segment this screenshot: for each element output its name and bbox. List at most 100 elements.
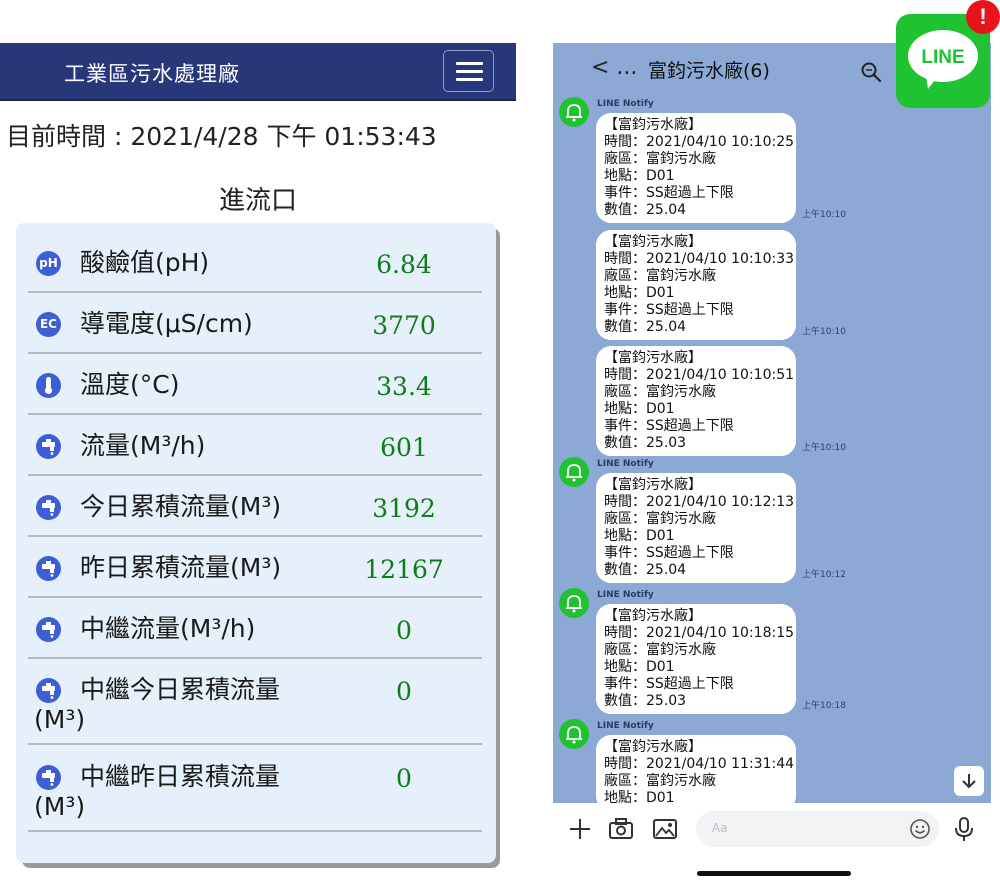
message-time: 上午10:10 <box>802 443 846 453</box>
sender-name: LINE Notify <box>597 459 654 469</box>
menu-line-icon <box>456 62 483 65</box>
message-bubble[interactable]: 【富鈞污水廠】 時間：2021/04/10 11:31:44 廠區：富鈞污水廠 地點：… <box>596 735 796 803</box>
message-bubble[interactable]: 【富鈞污水廠】 時間：2021/04/10 10:12:13 廠區：富鈞污水廠 地點：… <box>596 473 796 583</box>
chat-room-name: 富鈞污水廠(6) <box>648 60 770 82</box>
message-input-placeholder: Aa <box>712 821 728 835</box>
message-bubble[interactable]: 【富鈞污水廠】 時間：2021/04/10 10:18:15 廠區：富鈞污水廠 地點：… <box>596 604 796 714</box>
home-indicator <box>697 871 851 876</box>
search-icon[interactable] <box>859 60 883 84</box>
message-line: 【富鈞污水廠】 <box>604 234 702 250</box>
bell-avatar-icon[interactable] <box>559 588 589 618</box>
sender-name: LINE Notify <box>597 590 654 600</box>
message-line: 廠區：富鈞污水廠 <box>604 773 716 789</box>
reading-value: 6.84 <box>376 250 432 279</box>
emoji-icon[interactable] <box>909 818 931 840</box>
ph-icon: pH <box>36 251 61 276</box>
message-line: 廠區：富鈞污水廠 <box>604 268 716 284</box>
message-line: 地點：D01 <box>604 401 675 417</box>
reading-label: 中繼今日累積流量 <box>80 675 281 704</box>
reading-label: 導電度(μS/cm) <box>80 309 253 338</box>
message-bubble[interactable]: 【富鈞污水廠】 時間：2021/04/10 10:10:33 廠區：富鈞污水廠 地點：… <box>596 230 796 340</box>
message-line: 數值：25.04 <box>604 562 687 578</box>
faucet-icon <box>36 495 61 520</box>
message-line: 時間：2021/04/10 10:12:13 <box>604 494 795 510</box>
faucet-icon <box>36 434 61 459</box>
reading-value: 0 <box>396 677 412 706</box>
dashboard-panel: 工業區污水處理廠 目前時間 : 2021/4/28 下午 01:53:43 進流… <box>0 0 516 886</box>
reading-value: 3770 <box>372 311 436 340</box>
thermometer-icon <box>36 373 61 398</box>
hamburger-menu-button[interactable] <box>443 50 494 92</box>
reading-row: 流量(M³/h) 601 <box>28 426 482 476</box>
reading-label: 中繼流量(M³/h) <box>80 614 256 643</box>
message-line: 廠區：富鈞污水廠 <box>604 642 716 658</box>
image-icon[interactable] <box>652 816 678 842</box>
message-line: 事件：SS超過上下限 <box>604 676 734 692</box>
back-button[interactable]: < ... <box>591 55 637 80</box>
faucet-icon <box>36 556 61 581</box>
scroll-down-button[interactable] <box>954 766 984 796</box>
plus-icon[interactable] <box>567 816 593 842</box>
reading-label: 流量(M³/h) <box>80 431 206 460</box>
message-line: 【富鈞污水廠】 <box>604 117 702 133</box>
reading-label: 今日累積流量(M³) <box>80 492 282 521</box>
bell-avatar-icon[interactable] <box>559 457 589 487</box>
reading-row: 今日累積流量(M³) 3192 <box>28 487 482 537</box>
message-input[interactable]: Aa <box>696 811 939 847</box>
section-title: 進流口 <box>218 186 297 216</box>
message-line: 時間：2021/04/10 10:10:51 <box>604 367 795 383</box>
line-logo-text: LINE <box>921 47 965 68</box>
faucet-icon <box>36 678 61 703</box>
reading-row: pH 酸鹼值(pH) 6.84 <box>28 243 482 293</box>
bell-avatar-icon[interactable] <box>559 719 589 749</box>
app-header: 工業區污水處理廠 <box>0 43 516 101</box>
message-line: 時間：2021/04/10 10:10:25 <box>604 134 795 150</box>
message-line: 地點：D01 <box>604 659 675 675</box>
message-time: 上午10:10 <box>802 327 846 337</box>
message-line: 【富鈞污水廠】 <box>604 739 702 755</box>
message-line: 【富鈞污水廠】 <box>604 608 702 624</box>
message-line: 【富鈞污水廠】 <box>604 477 702 493</box>
message-line: 時間：2021/04/10 11:31:44 <box>604 756 795 772</box>
line-chat-panel: < ... 富鈞污水廠(6) LINE Notify 【富鈞污水廠】 時間：2021… <box>553 43 991 803</box>
message-line: 數值：25.03 <box>604 693 687 709</box>
reading-value: 0 <box>396 764 412 793</box>
message-line: 【富鈞污水廠】 <box>604 350 702 366</box>
reading-label: 中繼昨日累積流量 <box>80 762 281 791</box>
reading-label: 酸鹼值(pH) <box>80 248 210 277</box>
current-time: 目前時間 : 2021/4/28 下午 01:53:43 <box>6 122 437 151</box>
reading-row: 溫度(°C) 33.4 <box>28 365 482 415</box>
reading-row: 昨日累積流量(M³) 12167 <box>28 548 482 598</box>
message-bubble[interactable]: 【富鈞污水廠】 時間：2021/04/10 10:10:25 廠區：富鈞污水廠 地點：… <box>596 113 796 223</box>
readings-card: pH 酸鹼值(pH) 6.84 EC 導電度(μS/cm) 3770 溫度(°C) 33.4 流… <box>16 223 496 863</box>
message-line: 地點：D01 <box>604 528 675 544</box>
microphone-icon[interactable] <box>951 816 977 842</box>
reading-row: 中繼昨日累積流量 (M³) 0 <box>28 757 482 832</box>
message-line: 數值：25.03 <box>604 435 687 451</box>
reading-value: 0 <box>396 616 412 645</box>
message-line: 數值：25.04 <box>604 319 687 335</box>
message-line: 廠區：富鈞污水廠 <box>604 151 716 167</box>
message-line: 地點：D01 <box>604 790 675 803</box>
message-time: 上午10:10 <box>802 210 846 220</box>
reading-value: 33.4 <box>376 372 432 401</box>
sender-name: LINE Notify <box>597 721 654 731</box>
message-time: 上午10:12 <box>802 570 846 580</box>
camera-icon[interactable] <box>608 816 634 842</box>
reading-value: 3192 <box>372 494 436 523</box>
reading-value: 601 <box>380 433 428 462</box>
message-composer: Aa <box>553 803 991 855</box>
reading-row: 中繼今日累積流量 (M³) 0 <box>28 670 482 745</box>
app-title: 工業區污水處理廠 <box>64 62 240 86</box>
message-line: 地點：D01 <box>604 285 675 301</box>
message-line: 事件：SS超過上下限 <box>604 302 734 318</box>
reading-value: 12167 <box>364 555 444 584</box>
faucet-icon <box>36 617 61 642</box>
reading-label-unit: (M³) <box>34 705 86 734</box>
reading-label: 溫度(°C) <box>80 370 180 399</box>
reading-row: 中繼流量(M³/h) 0 <box>28 609 482 659</box>
bell-avatar-icon[interactable] <box>559 97 589 127</box>
sender-name: LINE Notify <box>597 99 654 109</box>
message-bubble[interactable]: 【富鈞污水廠】 時間：2021/04/10 10:10:51 廠區：富鈞污水廠 地點：… <box>596 346 796 456</box>
arrow-down-icon <box>962 774 976 789</box>
